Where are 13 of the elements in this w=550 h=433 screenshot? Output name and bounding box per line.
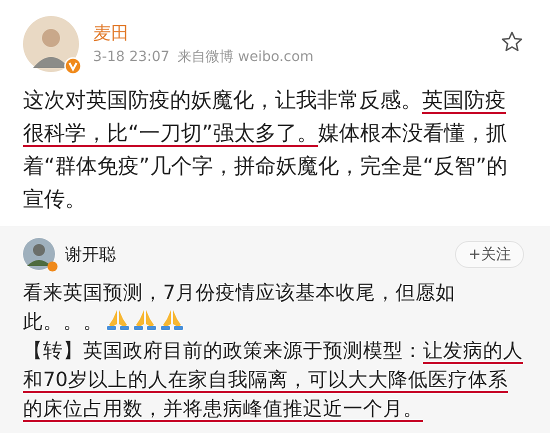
post-source: 来自微博 weibo.com [178, 48, 314, 67]
praying-hands-icon [106, 308, 130, 332]
comment-text: 看来英国预测，7月份疫情应该基本收尾，但愿如此。。。 [23, 280, 456, 335]
commenter-name[interactable]: 谢开聪 [65, 242, 116, 266]
post-text: 这次对英国防疫的妖魔化，让我非常反感。英国防疫很科学，比“一刀切”强太多了。媒体根本没看懂，抓着“群体免疫”几个字，拼命妖魔化，完全是“反智”的宣传。 [23, 87, 509, 213]
praying-hands-icon [160, 308, 184, 332]
follow-button[interactable]: +关注 [455, 240, 524, 268]
star-icon[interactable] [500, 30, 524, 54]
avatar[interactable] [23, 238, 55, 270]
post-time: 3-18 23:07 [93, 48, 170, 67]
avatar[interactable] [23, 16, 79, 72]
comment-text: 【转】英国政府目前的政策来源于预测模型：让发病的人和70岁以上的人在家自我隔离，可以大大降低医疗体系的床位占用数，并将患病峰值推迟近一个月。 [23, 338, 523, 423]
praying-hands-icon [133, 308, 157, 332]
